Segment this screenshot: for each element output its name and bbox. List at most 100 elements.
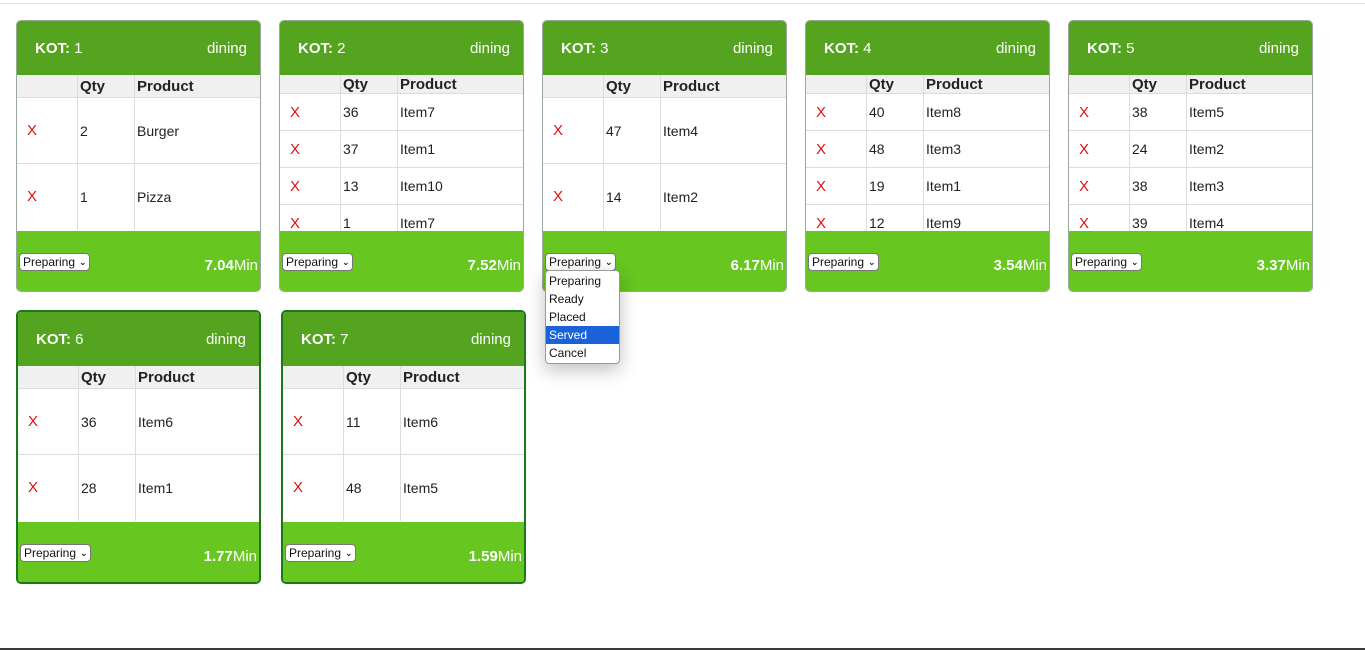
remove-item-icon[interactable]: X	[1069, 93, 1130, 131]
qty-column-header: Qty	[77, 75, 135, 98]
product-column-header: Product	[135, 366, 259, 389]
remove-item-icon[interactable]: X	[806, 130, 867, 168]
remove-item-icon[interactable]: X	[18, 388, 79, 455]
chevron-down-icon: ⌄	[605, 257, 613, 267]
item-qty: 28	[78, 454, 136, 521]
status-select[interactable]: Preparing ⌄	[545, 253, 616, 271]
remove-item-icon[interactable]: X	[543, 163, 604, 230]
item-qty: 39	[1129, 204, 1187, 231]
item-row: X 48 Item3	[806, 130, 1049, 168]
item-product: Item3	[923, 130, 1049, 168]
order-type: dining	[205, 330, 246, 348]
kot-card-footer: Preparing ⌄ 7.52Min	[280, 231, 523, 291]
kot-card-header: KOT: 4 dining	[806, 21, 1049, 75]
remove-item-icon[interactable]: X	[806, 167, 867, 205]
kot-number: KOT: 5	[1087, 39, 1135, 57]
qty-column-header: Qty	[343, 366, 401, 389]
remove-item-icon[interactable]: X	[280, 167, 341, 205]
remove-item-icon[interactable]: X	[543, 97, 604, 164]
item-qty: 37	[340, 130, 398, 168]
remove-item-icon[interactable]: X	[17, 163, 78, 230]
order-type: dining	[470, 330, 511, 348]
kot-card-footer: Preparing ⌄ 1.77Min	[18, 522, 259, 582]
kot-number: KOT: 1	[35, 39, 83, 57]
qty-column-header: Qty	[340, 75, 398, 94]
remove-item-icon[interactable]: X	[806, 204, 867, 231]
kot-items: Qty Product X 36 Item7 X 37 Item1 X 13 Item10 X 1 I…	[280, 75, 523, 231]
kot-card-header: KOT: 3 dining	[543, 21, 786, 75]
status-option-preparing[interactable]: Preparing	[546, 272, 619, 290]
kot-card-5: KOT: 5 dining Qty Product X 38 Item5 X 24 Ite…	[1068, 20, 1313, 292]
item-product: Item4	[1186, 204, 1312, 231]
item-row: X 40 Item8	[806, 93, 1049, 131]
status-option-cancel[interactable]: Cancel	[546, 344, 619, 362]
product-column-header: Product	[1186, 75, 1312, 94]
status-select[interactable]: Preparing ⌄	[808, 253, 879, 271]
item-product: Pizza	[134, 163, 260, 230]
kot-number: KOT: 2	[298, 39, 346, 57]
item-product: Item2	[1186, 130, 1312, 168]
item-row: X 36 Item7	[280, 93, 523, 131]
item-product: Item7	[397, 93, 523, 131]
item-product: Item6	[135, 388, 259, 455]
item-qty: 36	[340, 93, 398, 131]
item-product: Item3	[1186, 167, 1312, 205]
status-option-ready[interactable]: Ready	[546, 290, 619, 308]
status-dropdown-menu[interactable]: Preparing Ready Placed Served Cancel	[545, 270, 620, 364]
status-select[interactable]: Preparing ⌄	[19, 253, 90, 271]
status-select[interactable]: Preparing ⌄	[20, 544, 91, 562]
item-row: X 13 Item10	[280, 167, 523, 205]
item-qty: 40	[866, 93, 924, 131]
items-table: Qty Product X 38 Item5 X 24 Item2 X 38 Item3 X 39 I…	[1069, 75, 1312, 231]
remove-item-icon[interactable]: X	[1069, 204, 1130, 231]
remove-item-icon[interactable]: X	[280, 130, 341, 168]
items-table: Qty Product X 2 Burger X 1 Pizza	[17, 75, 260, 230]
elapsed-time: 7.52Min	[467, 257, 521, 274]
kot-card-1: KOT: 1 dining Qty Product X 2 Burger X 1 Pizz…	[16, 20, 261, 292]
product-column-header: Product	[400, 366, 524, 389]
item-qty: 11	[343, 388, 401, 455]
status-select[interactable]: Preparing ⌄	[285, 544, 356, 562]
status-option-placed[interactable]: Placed	[546, 308, 619, 326]
order-type: dining	[469, 39, 510, 57]
item-qty: 47	[603, 97, 661, 164]
remove-item-icon[interactable]: X	[806, 93, 867, 131]
item-row: X 11 Item6	[283, 388, 524, 455]
item-row: X 48 Item5	[283, 454, 524, 521]
remove-item-icon[interactable]: X	[17, 97, 78, 164]
item-product: Item2	[660, 163, 786, 230]
remove-item-icon[interactable]: X	[283, 454, 344, 521]
item-row: X 38 Item3	[1069, 167, 1312, 205]
remove-item-icon[interactable]: X	[18, 454, 79, 521]
chevron-down-icon: ⌄	[345, 548, 353, 558]
kot-card-2: KOT: 2 dining Qty Product X 36 Item7 X 37 Ite…	[279, 20, 524, 292]
item-row: X 47 Item4	[543, 97, 786, 164]
remove-column-header	[17, 75, 78, 98]
product-column-header: Product	[660, 75, 786, 98]
items-table: Qty Product X 40 Item8 X 48 Item3 X 19 Item1 X 12 I…	[806, 75, 1049, 231]
remove-item-icon[interactable]: X	[280, 93, 341, 131]
remove-column-header	[18, 366, 79, 389]
qty-column-header: Qty	[1129, 75, 1187, 94]
remove-item-icon[interactable]: X	[1069, 167, 1130, 205]
item-qty: 38	[1129, 93, 1187, 131]
kot-items: Qty Product X 11 Item6 X 48 Item5	[283, 366, 524, 522]
kot-items: Qty Product X 38 Item5 X 24 Item2 X 38 Item3 X 39 I…	[1069, 75, 1312, 231]
chevron-down-icon: ⌄	[79, 257, 87, 267]
qty-column-header: Qty	[866, 75, 924, 94]
order-type: dining	[732, 39, 773, 57]
status-select[interactable]: Preparing ⌄	[1071, 253, 1142, 271]
remove-item-icon[interactable]: X	[280, 204, 341, 231]
chevron-down-icon: ⌄	[80, 548, 88, 558]
item-product: Item7	[397, 204, 523, 231]
remove-item-icon[interactable]: X	[283, 388, 344, 455]
order-type: dining	[1258, 39, 1299, 57]
status-option-served[interactable]: Served	[546, 326, 619, 344]
item-product: Item8	[923, 93, 1049, 131]
remove-item-icon[interactable]: X	[1069, 130, 1130, 168]
item-row: X 36 Item6	[18, 388, 259, 455]
status-select[interactable]: Preparing ⌄	[282, 253, 353, 271]
items-table: Qty Product X 11 Item6 X 48 Item5	[283, 366, 524, 521]
remove-column-header	[806, 75, 867, 94]
qty-column-header: Qty	[78, 366, 136, 389]
